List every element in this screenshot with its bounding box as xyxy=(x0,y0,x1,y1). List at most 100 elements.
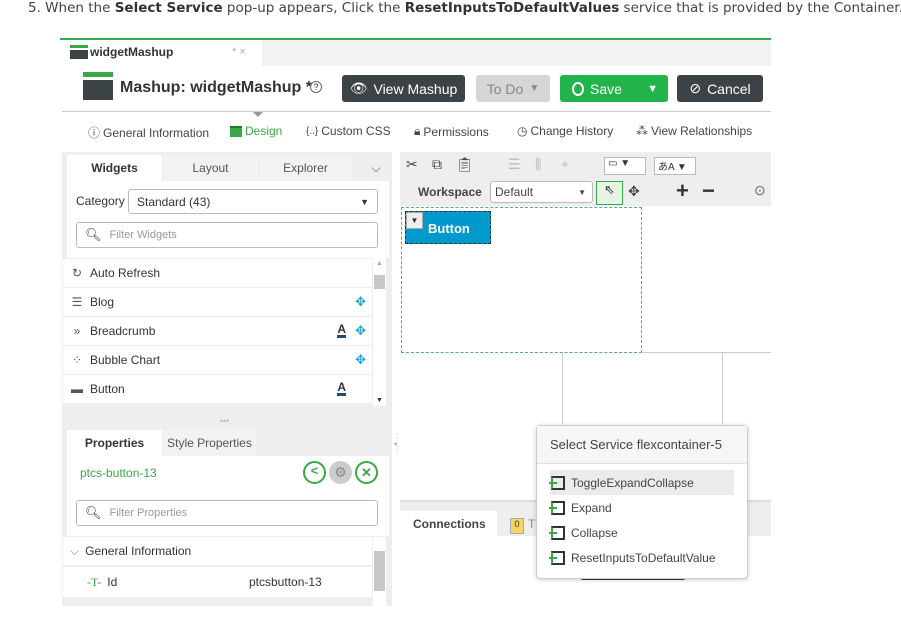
service-icon xyxy=(549,525,565,540)
caret-down-icon: ▼ xyxy=(529,83,540,94)
paste-icon[interactable]: 📋︎ xyxy=(456,156,474,173)
widget-label: Breadcrumb xyxy=(90,324,156,338)
tab-layout[interactable]: Layout xyxy=(163,155,258,181)
chevron-down-icon[interactable]: ⌵ xyxy=(362,155,390,181)
circle-icon xyxy=(572,81,584,96)
view-mashup-button[interactable]: 👁 View Mashup xyxy=(342,75,465,102)
nav-change-history[interactable]: ◷ Change History xyxy=(517,124,613,138)
caret-down-icon: ▼ xyxy=(360,196,369,207)
center-icon[interactable]: ⌖ xyxy=(561,156,569,173)
nav-custom-css[interactable]: {..} Custom CSS xyxy=(306,124,391,138)
nav-view-relationships[interactable]: ⁂ View Relationships xyxy=(636,124,752,138)
nav-design[interactable]: Design xyxy=(230,124,282,138)
breadcrumb-icon: » xyxy=(73,324,81,338)
tab-properties[interactable]: Properties xyxy=(67,430,162,456)
copy-icon[interactable]: ⧉ xyxy=(432,156,442,173)
widget-menu-icon[interactable]: ▼ xyxy=(406,212,423,229)
nav-general-information[interactable]: ⓘ General Information xyxy=(88,124,209,141)
help-icon[interactable]: ? xyxy=(310,81,322,93)
tab-todo[interactable]: T xyxy=(528,517,535,531)
active-indicator xyxy=(253,112,263,122)
select-service-popup: Select Service flexcontainer-5 ToggleExp… xyxy=(536,425,748,579)
tab-explorer[interactable]: Explorer xyxy=(259,155,352,181)
service-label: ResetInputsToDefaultValue xyxy=(571,550,716,565)
tab-close-button[interactable]: * × xyxy=(232,46,246,58)
todo-badge[interactable]: 0 xyxy=(510,518,524,534)
move-tool-icon[interactable]: ✥ xyxy=(628,183,640,200)
widget-id-label: ptcs-button-13 xyxy=(80,466,157,480)
responsive-icon: ✥ xyxy=(355,323,366,338)
zoom-in-icon[interactable]: + xyxy=(676,178,689,204)
tab-widgets[interactable]: Widgets xyxy=(67,155,162,181)
canvas-button-widget[interactable]: Button ▼ xyxy=(405,211,491,244)
localizable-icon: A xyxy=(337,380,346,396)
workspace-label: Workspace xyxy=(418,185,482,199)
tab-title: widgetMashup xyxy=(90,45,174,59)
layout-dropdown[interactable]: ▭ ▼ xyxy=(604,157,646,175)
service-item[interactable]: ToggleExpandCollapse xyxy=(549,470,734,495)
lock-icon: 🔒︎ xyxy=(414,124,421,138)
service-item[interactable]: Expand xyxy=(537,495,734,520)
share-icon[interactable]: < xyxy=(303,461,326,484)
gear-icon[interactable]: ⚙ xyxy=(329,461,352,484)
widget-list-item[interactable]: ☰ Blog ✥ xyxy=(63,288,372,316)
todo-button[interactable]: To Do ▼ xyxy=(476,75,550,102)
clock-icon: ◷ xyxy=(517,124,528,138)
widget-list-item[interactable]: ⁘ Bubble Chart ✥ xyxy=(63,346,372,374)
blog-icon: ☰ xyxy=(71,295,83,309)
service-item[interactable]: ResetInputsToDefaultValue xyxy=(537,545,734,570)
distribute-icon[interactable]: ⫼ xyxy=(535,156,541,173)
filter-widgets-input[interactable]: 🔍︎ Filter Widgets xyxy=(76,222,378,248)
zoom-out-icon[interactable]: − xyxy=(702,178,715,204)
select-tool-icon[interactable]: ⇖ xyxy=(596,181,623,205)
refresh-icon: ↻ xyxy=(71,266,83,280)
service-label: ToggleExpandCollapse xyxy=(571,475,694,490)
collapse-handle[interactable]: ⋮ ◂ ⋮ xyxy=(393,434,401,454)
properties-scrollbar[interactable] xyxy=(373,537,386,606)
eye-icon: 👁 xyxy=(349,80,368,96)
cancel-icon: ⊘ xyxy=(689,80,702,96)
caret-down-icon: ▼ xyxy=(578,187,586,197)
bubble-chart-icon: ⁘ xyxy=(71,353,83,367)
tab-widgetmashup[interactable]: widgetMashup * × xyxy=(62,40,262,66)
search-icon: 🔍︎ xyxy=(85,227,102,242)
widget-label: Blog xyxy=(90,295,115,309)
tab-style-properties[interactable]: Style Properties xyxy=(163,430,256,456)
text-type-icon: -T- xyxy=(87,574,102,589)
cancel-button[interactable]: ⊘ Cancel xyxy=(677,75,763,102)
button-icon: ▬ xyxy=(71,382,83,396)
category-select[interactable]: Standard (43) ▼ xyxy=(128,189,378,214)
service-label: Collapse xyxy=(571,525,618,540)
instruction-text: 5. When the Select Service pop-up appear… xyxy=(28,0,901,16)
cut-icon[interactable]: ✂ xyxy=(406,156,418,173)
container-border xyxy=(641,352,771,353)
target-icon[interactable]: ⊙ xyxy=(754,182,766,199)
save-dropdown-icon[interactable]: ▼ xyxy=(647,83,658,95)
property-row-id[interactable]: -T- Id ptcsbutton-13 xyxy=(63,567,372,597)
divider xyxy=(62,111,771,112)
close-icon[interactable]: ✕ xyxy=(355,461,378,484)
design-icon xyxy=(230,125,242,137)
localizable-icon: A xyxy=(337,322,346,338)
widget-list-scrollbar[interactable]: ▼ ▲ xyxy=(373,258,386,406)
widget-list-item[interactable]: ↻ Auto Refresh xyxy=(63,259,372,287)
resize-handle[interactable]: ••• xyxy=(220,416,229,426)
widget-label: Button xyxy=(90,382,125,396)
nav-permissions[interactable]: 🔒︎ Permissions xyxy=(414,124,489,139)
widget-list-item[interactable]: ▬ Button A xyxy=(63,375,372,403)
service-icon xyxy=(549,500,565,515)
save-button[interactable]: Save ▼ xyxy=(560,75,668,102)
localization-dropdown[interactable]: あA ▼ xyxy=(654,157,696,175)
service-icon xyxy=(549,475,565,490)
section-general-information[interactable]: ⌵ General Information xyxy=(63,537,372,565)
filter-properties-input[interactable]: 🔍︎ Filter Properties xyxy=(76,500,378,526)
service-icon xyxy=(549,550,565,565)
align-icon[interactable]: ☰ xyxy=(508,156,521,173)
responsive-icon: ✥ xyxy=(355,352,366,367)
search-icon: 🔍︎ xyxy=(85,505,102,520)
widget-list-item[interactable]: » Breadcrumb A ✥ xyxy=(63,317,372,345)
workspace-select[interactable]: Default ▼ xyxy=(490,181,593,203)
service-item[interactable]: Collapse xyxy=(537,520,734,545)
category-label: Category xyxy=(76,194,125,208)
tab-connections[interactable]: Connections xyxy=(400,511,497,537)
